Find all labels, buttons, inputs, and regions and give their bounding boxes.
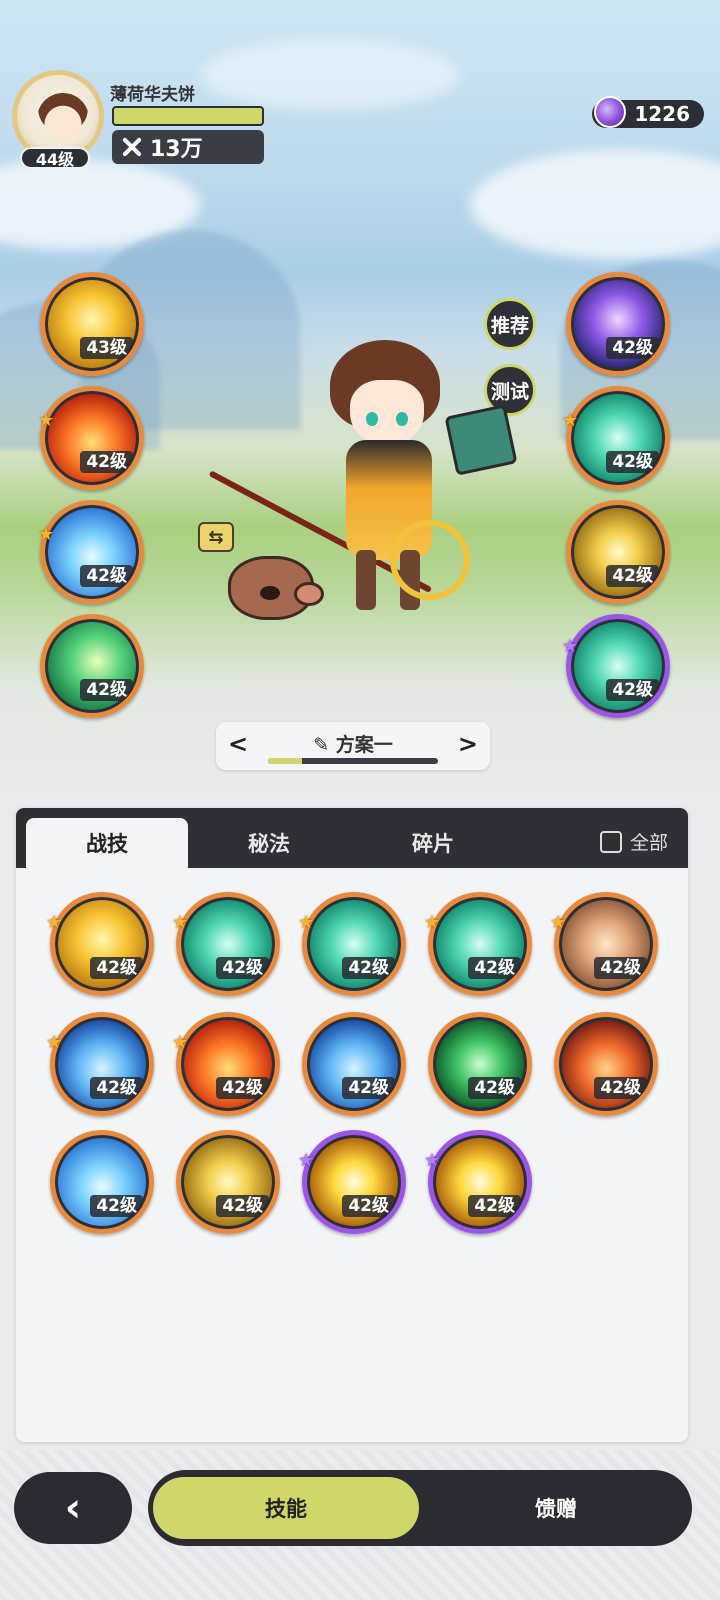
- avatar-portrait: [37, 93, 89, 145]
- equipped-skill-right-1[interactable]: 42级: [566, 272, 670, 376]
- skill-level: 42级: [216, 957, 269, 979]
- hero-leg: [356, 550, 376, 610]
- preset-name: 方案一: [335, 734, 393, 756]
- currency-amount: 1226: [634, 102, 690, 126]
- equipped-skill-left-2[interactable]: 42级: [40, 386, 144, 490]
- nav-gifts-button[interactable]: 馈赠: [420, 1474, 692, 1542]
- preset-progress-bar: [268, 758, 438, 764]
- skill-grid-item[interactable]: 42级: [428, 892, 532, 996]
- equipped-skill-left-1[interactable]: 43级: [40, 272, 144, 376]
- skill-level: 42级: [606, 337, 659, 359]
- skill-level: 42级: [90, 957, 143, 979]
- tab-secret-arts[interactable]: 秘法: [188, 818, 350, 868]
- skill-level: 42级: [80, 565, 133, 587]
- skill-level: 42级: [216, 1077, 269, 1099]
- nav-skills-button[interactable]: 技能: [150, 1474, 422, 1542]
- star-icon: ★: [562, 636, 579, 657]
- skill-level: 42级: [606, 565, 659, 587]
- skill-grid-item[interactable]: 42级: [554, 1012, 658, 1116]
- skill-level: 42级: [342, 957, 395, 979]
- boar-eye: [260, 586, 280, 600]
- star-icon: ★: [298, 1150, 315, 1171]
- skill-level: 42级: [216, 1195, 269, 1217]
- skill-grid-item[interactable]: 42级: [176, 892, 280, 996]
- hero-character: [208, 340, 518, 630]
- skill-level: 42级: [594, 957, 647, 979]
- preset-label[interactable]: ✎ 方案一: [216, 730, 490, 757]
- hero-ring: [390, 520, 470, 600]
- star-icon: ★: [550, 912, 567, 933]
- tab-fragments[interactable]: 碎片: [352, 818, 514, 868]
- skill-level: 42级: [90, 1077, 143, 1099]
- skill-grid-item[interactable]: 42级: [176, 1012, 280, 1116]
- skill-level: 42级: [342, 1195, 395, 1217]
- skill-level: 42级: [594, 1077, 647, 1099]
- experience-bar: [112, 106, 264, 126]
- star-icon: ★: [46, 912, 63, 933]
- combat-power-value: 13万: [150, 137, 203, 162]
- tab-combat-skills[interactable]: 战技: [26, 818, 188, 868]
- skill-grid-item[interactable]: 42级: [50, 1130, 154, 1234]
- star-icon: ★: [38, 410, 55, 431]
- star-icon: ★: [172, 912, 189, 933]
- skill-grid-item[interactable]: 42级: [50, 1012, 154, 1116]
- skill-level: 42级: [468, 957, 521, 979]
- hero-book: [444, 404, 518, 476]
- skill-level: 42级: [80, 451, 133, 473]
- skill-grid-item[interactable]: 42级: [302, 892, 406, 996]
- skill-grid-item[interactable]: 42级: [302, 1130, 406, 1234]
- star-icon: ★: [46, 1032, 63, 1053]
- skill-level: 42级: [606, 451, 659, 473]
- combat-power: 13万: [112, 130, 264, 164]
- preset-selector: < ✎ 方案一 >: [216, 722, 490, 770]
- pet-boar: [228, 540, 324, 620]
- skill-level: 42级: [468, 1077, 521, 1099]
- hero-eye: [396, 412, 408, 426]
- star-icon: ★: [562, 410, 579, 431]
- hero-face: [350, 380, 424, 446]
- back-button[interactable]: ‹: [14, 1472, 132, 1544]
- skill-level: 42级: [342, 1077, 395, 1099]
- skill-grid-item[interactable]: 42级: [428, 1012, 532, 1116]
- equipped-skill-left-3[interactable]: 42级: [40, 500, 144, 604]
- equipped-skill-right-4[interactable]: 42级: [566, 614, 670, 718]
- skill-level: 42级: [606, 679, 659, 701]
- skill-grid-item[interactable]: 42级: [50, 892, 154, 996]
- preset-next-button[interactable]: >: [458, 730, 478, 758]
- star-icon: ★: [172, 1032, 189, 1053]
- checkbox-icon: [599, 830, 622, 853]
- skill-level: 43级: [80, 337, 133, 359]
- preset-progress-fill: [268, 758, 302, 764]
- skill-grid-item[interactable]: 42级: [176, 1130, 280, 1234]
- equipped-skill-right-2[interactable]: 42级: [566, 386, 670, 490]
- skill-grid-item[interactable]: 42级: [554, 892, 658, 996]
- skill-grid-item[interactable]: 42级: [302, 1012, 406, 1116]
- equipped-skill-left-4[interactable]: 42级: [40, 614, 144, 718]
- show-all-label: 全部: [629, 832, 668, 854]
- star-icon: ★: [38, 524, 55, 545]
- hero-eye: [366, 412, 378, 426]
- player-name: 薄荷华夫饼: [110, 85, 195, 105]
- equipped-skill-right-3[interactable]: 42级: [566, 500, 670, 604]
- star-icon: ★: [298, 912, 315, 933]
- skill-grid-item[interactable]: 42级: [428, 1130, 532, 1234]
- crossed-swords-icon: [120, 135, 144, 159]
- star-icon: ★: [424, 912, 441, 933]
- boar-snout: [294, 582, 324, 606]
- skill-level: 42级: [90, 1195, 143, 1217]
- player-level: 44级: [20, 147, 90, 169]
- tab-bar: 战技 秘法 碎片 全部: [16, 808, 688, 868]
- skill-level: 42级: [468, 1195, 521, 1217]
- show-all-toggle[interactable]: 全部: [599, 828, 668, 855]
- purple-gem-icon: [594, 96, 626, 128]
- star-icon: ★: [424, 1150, 441, 1171]
- skill-level: 42级: [80, 679, 133, 701]
